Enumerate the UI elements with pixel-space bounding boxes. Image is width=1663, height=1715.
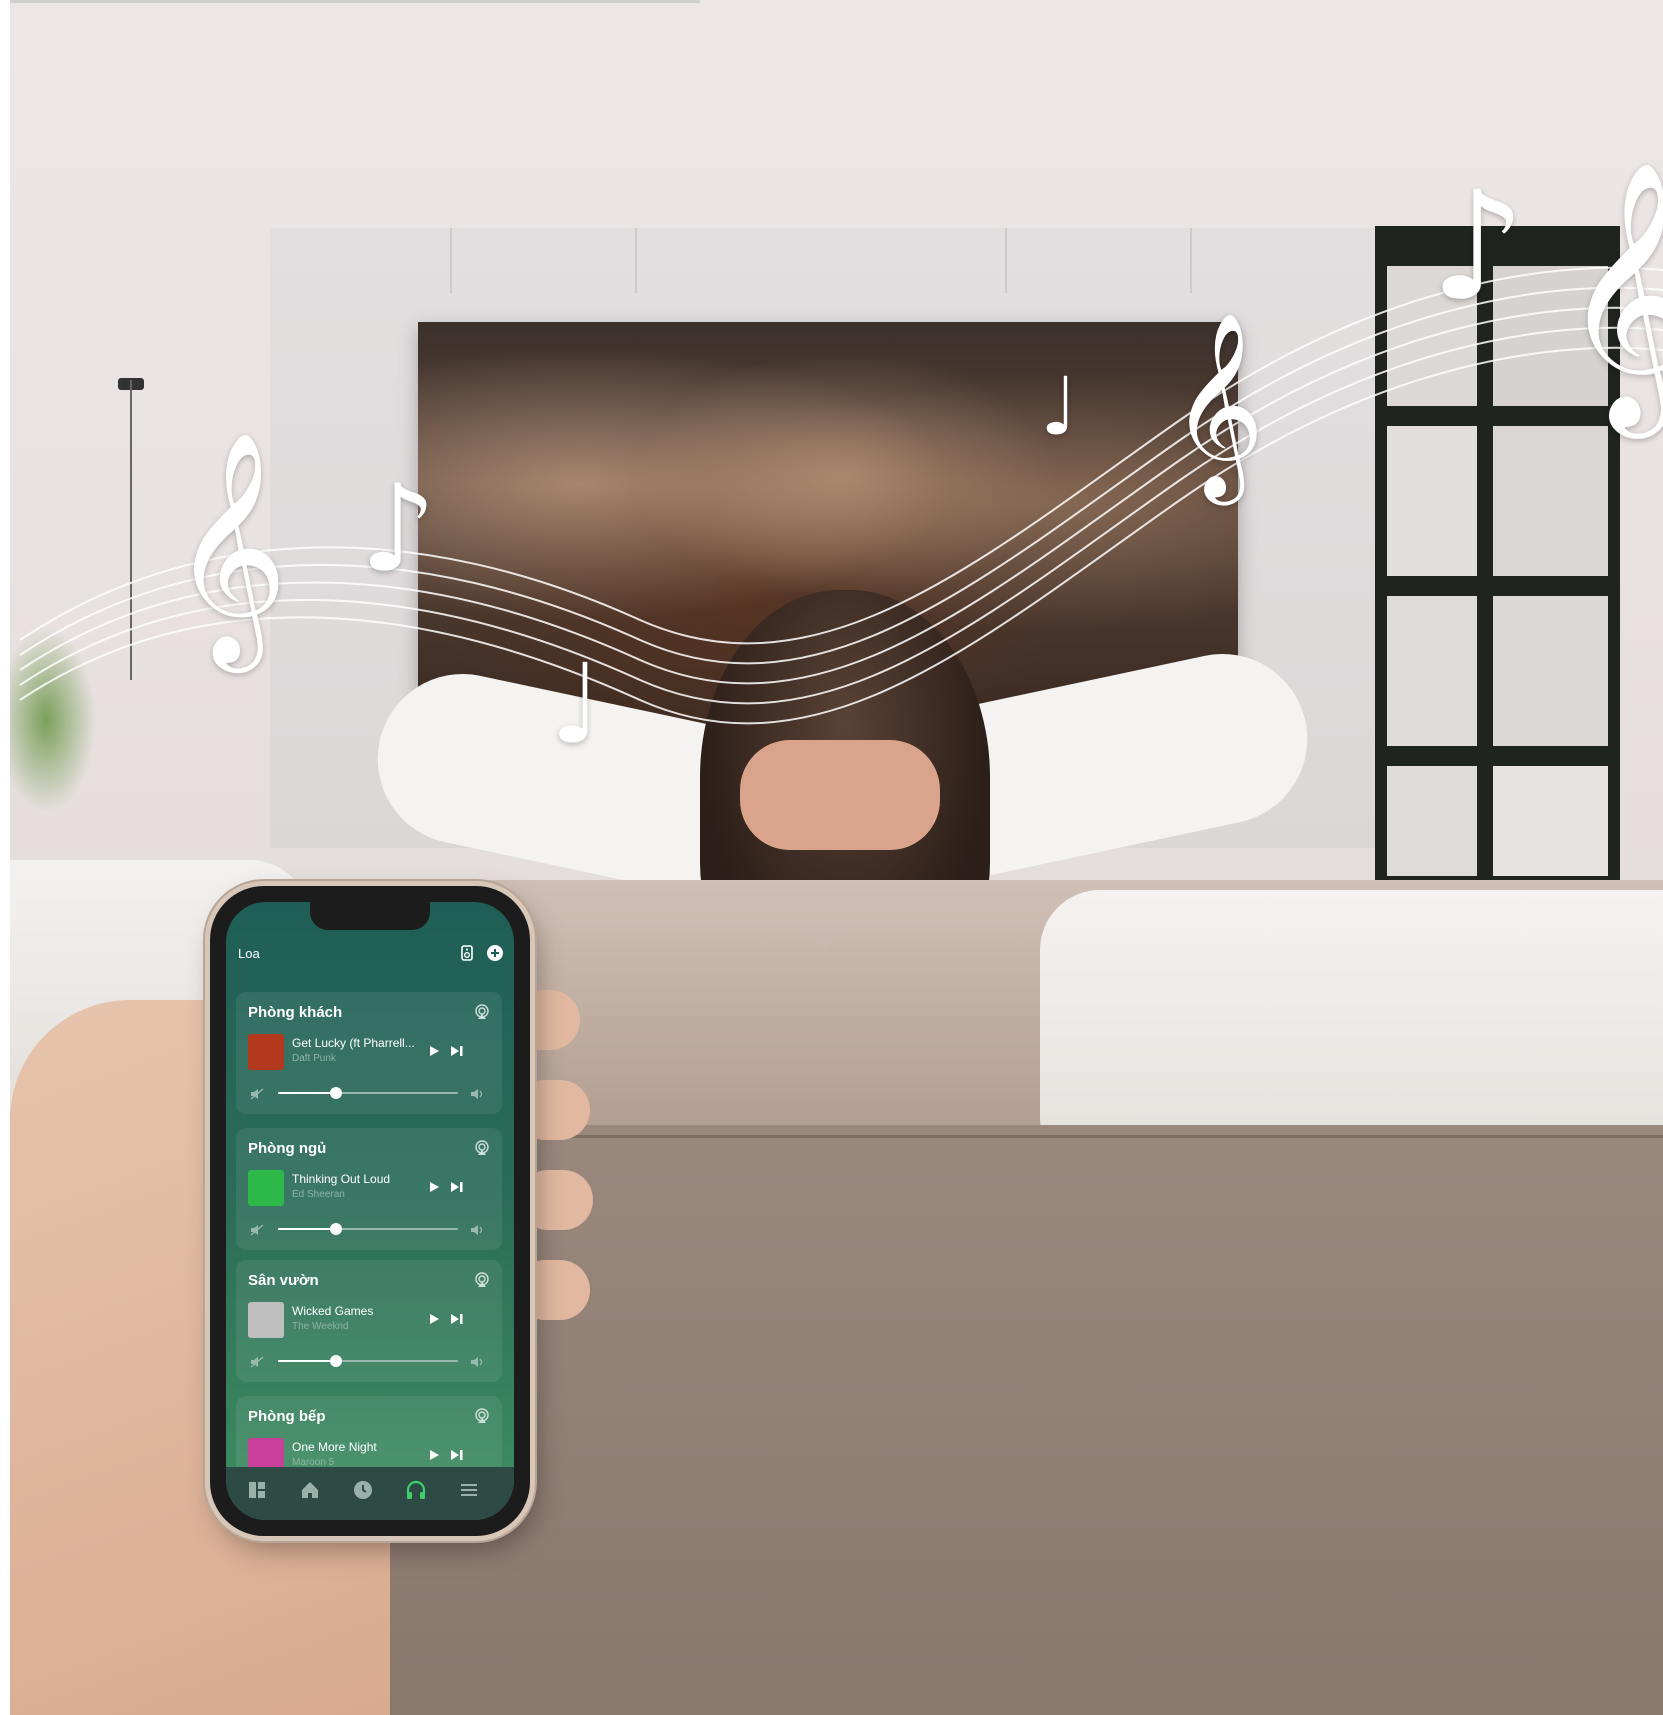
skip-next-icon[interactable] [450, 1181, 464, 1193]
artist-name: Ed Sheeran [292, 1189, 345, 1200]
play-icon[interactable] [428, 1045, 440, 1057]
airplay-icon[interactable] [474, 1140, 490, 1156]
room-name: Phòng khách [248, 1004, 343, 1021]
music-note-icon: ♩ [550, 640, 602, 768]
airplay-icon[interactable] [474, 1408, 490, 1424]
album-art [248, 1302, 284, 1338]
volume-slider[interactable] [278, 1355, 458, 1367]
volume-slider[interactable] [278, 1223, 458, 1235]
phone-notch [310, 902, 430, 930]
song-title: Get Lucky (ft Pharrell... [292, 1036, 415, 1050]
skip-next-icon[interactable] [450, 1045, 464, 1057]
artist-name: Daft Punk [292, 1053, 336, 1064]
volume-icon[interactable] [470, 1356, 484, 1368]
room-name: Phòng ngủ [248, 1140, 327, 1157]
history-icon[interactable] [352, 1479, 374, 1501]
home-icon[interactable] [299, 1479, 321, 1501]
skip-next-icon[interactable] [450, 1449, 464, 1461]
artist-name: The Weeknd [292, 1321, 349, 1332]
mute-icon[interactable] [250, 1224, 264, 1236]
skip-next-icon[interactable] [450, 1313, 464, 1325]
add-icon[interactable] [486, 944, 504, 962]
headphones-icon[interactable] [405, 1479, 427, 1501]
mute-icon[interactable] [250, 1356, 264, 1368]
room-card[interactable]: Phòng khách Get Lucky (ft Pharrell... Da… [236, 992, 502, 1114]
room-name: Sân vườn [248, 1272, 319, 1289]
app-header: Loa [226, 942, 514, 972]
bottom-tab-bar [226, 1467, 514, 1520]
song-title: One More Night [292, 1440, 377, 1454]
treble-clef-icon: 𝄞 [170, 430, 289, 663]
treble-clef-icon: 𝄞 [1560, 160, 1663, 427]
mute-icon[interactable] [250, 1088, 264, 1100]
phone-screen: Loa Phòng khách Get Lucky (ft Pharrell..… [226, 902, 514, 1520]
album-art [248, 1170, 284, 1206]
treble-clef-icon: 𝄞 [1170, 310, 1265, 497]
song-title: Thinking Out Loud [292, 1172, 391, 1186]
volume-slider-fill [278, 1360, 336, 1362]
smartphone: Loa Phòng khách Get Lucky (ft Pharrell..… [210, 886, 530, 1536]
music-note-icon: ♪ [1430, 160, 1526, 334]
play-icon[interactable] [428, 1181, 440, 1193]
volume-icon[interactable] [470, 1224, 484, 1236]
music-note-icon: ♩ [1040, 360, 1078, 453]
volume-slider-knob[interactable] [329, 1087, 342, 1099]
music-note-icon: ♪ [360, 460, 437, 599]
volume-icon[interactable] [470, 1088, 484, 1100]
volume-slider-knob[interactable] [329, 1223, 342, 1235]
volume-slider-fill [278, 1228, 336, 1230]
room-name: Phòng bếp [248, 1408, 326, 1425]
room-card[interactable]: Sân vườn Wicked Games The Weeknd [236, 1260, 502, 1382]
song-title: Wicked Games [292, 1304, 374, 1318]
play-icon[interactable] [428, 1313, 440, 1325]
speaker-group-icon[interactable] [458, 944, 476, 962]
play-icon[interactable] [428, 1449, 440, 1461]
page-title: Loa [238, 946, 260, 961]
dashboard-icon[interactable] [246, 1479, 268, 1501]
menu-icon[interactable] [458, 1479, 480, 1501]
airplay-icon[interactable] [474, 1272, 490, 1288]
album-art [248, 1034, 284, 1070]
volume-slider-knob[interactable] [329, 1355, 342, 1367]
airplay-icon[interactable] [474, 1004, 490, 1020]
volume-slider-fill [278, 1092, 336, 1094]
volume-slider[interactable] [278, 1087, 458, 1099]
room-card[interactable]: Phòng ngủ Thinking Out Loud Ed Sheeran [236, 1128, 502, 1250]
